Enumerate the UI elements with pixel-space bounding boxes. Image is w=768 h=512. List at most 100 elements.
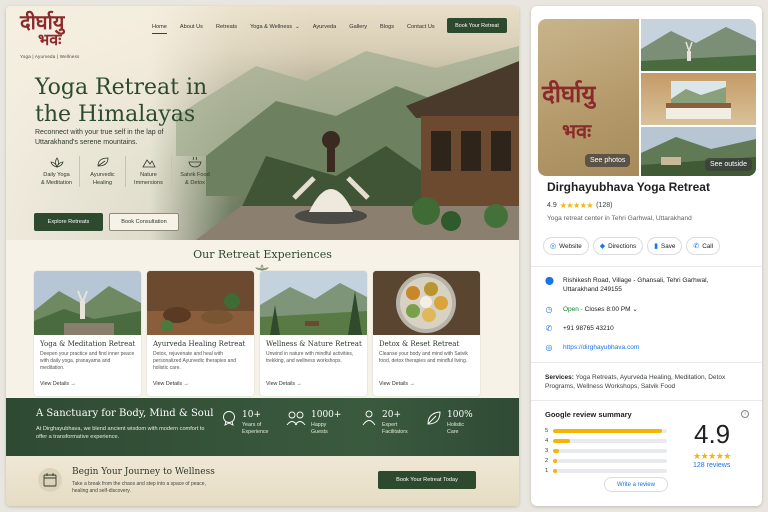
chevron-down-icon: ⌄ (632, 306, 638, 313)
rating-bar-label: 3 (545, 448, 549, 454)
explore-retreats-button[interactable]: Explore Retreats (34, 213, 103, 231)
book-retreat-today-button[interactable]: Book Your Retreat Today (378, 471, 476, 489)
experiences-title: Our Retreat Experiences (193, 248, 332, 261)
nav-gallery[interactable]: Gallery (349, 24, 367, 34)
stat-label: Happy (311, 422, 327, 428)
feature-label: Immersions (134, 179, 163, 186)
logo-tagline: Yoga | Ayurveda | Wellness (20, 54, 80, 59)
rating-bar-fill (553, 469, 557, 473)
services-text: Services: Yoga Retreats, Ayurveda Healin… (545, 373, 745, 391)
stat-label: Experience (242, 429, 269, 435)
action-label: Call (702, 242, 714, 250)
address-row[interactable]: ⬤ Rishikesh Road, Village - Ghansali, Te… (545, 276, 745, 294)
rating-bar-label: 1 (545, 468, 549, 474)
card-title: Yoga & Meditation Retreat (40, 340, 136, 348)
rating-stars: ★★★★★ (559, 201, 594, 210)
rating-bar-row: 3 (545, 446, 668, 456)
website-link[interactable]: https://dirghayubhava.com (563, 343, 639, 352)
feature-yoga: Daily Yoga & Meditation (34, 156, 80, 187)
feature-nature: Nature Immersions (126, 156, 172, 187)
rating-value: 4.9 (547, 202, 557, 209)
rating-breakdown: 5 4 3 2 1 (545, 426, 668, 476)
card-desc: Detox, rejuvenate and heal with personal… (153, 351, 237, 371)
hero-title-line2: the Himalayas (35, 102, 196, 127)
photo-room[interactable] (641, 73, 756, 125)
phone-row[interactable]: ✆ +91 98765 43210 (545, 324, 614, 333)
reviews-count[interactable]: (128) (596, 202, 612, 209)
book-consultation-button[interactable]: Book Consultation (109, 213, 179, 231)
card-image (373, 271, 480, 335)
phone-icon: ✆ (545, 324, 553, 333)
hours-row[interactable]: ◷ Open · Closes 8:00 PM ⌄ (545, 305, 638, 314)
nav-yoga-wellness-label: Yoga & Wellness (250, 24, 293, 30)
retreat-card-ayurveda[interactable]: Ayurveda Healing Retreat Detox, rejuvena… (147, 271, 254, 396)
view-details-link[interactable]: View Details → (379, 381, 415, 387)
retreat-card-detox[interactable]: Detox & Reset Retreat Cleanse your body … (373, 271, 480, 396)
directions-button[interactable]: ◆ Directions (592, 237, 644, 255)
location-pin-icon: ⬤ (545, 276, 554, 285)
retreat-card-yoga[interactable]: Yoga & Meditation Retreat Deepen your pr… (34, 271, 141, 396)
sanctuary-band: A Sanctuary for Body, Mind & Soul At Dir… (6, 398, 519, 456)
rating-bar-fill (553, 449, 559, 453)
big-rating: 4.9 (694, 419, 731, 449)
action-buttons: ◎ Website ◆ Directions ▮ Save ✆ Call (543, 237, 721, 255)
website-row[interactable]: ◎ https://dirghayubhava.com (545, 343, 640, 352)
info-icon[interactable]: i (741, 410, 749, 418)
hero-features: Daily Yoga & Meditation Ayurvedic Healin… (34, 156, 218, 187)
stat-facilitators: 20+ Expert Facilitators (361, 410, 408, 436)
rating-bar-row: 2 (545, 456, 668, 466)
card-image (34, 271, 141, 335)
nav-home[interactable]: Home (152, 24, 167, 34)
feature-ayurveda: Ayurvedic Healing (80, 156, 126, 187)
action-label: Directions (608, 242, 637, 250)
site-logo[interactable]: दीर्घायु भवः Yoga | Ayurveda | Wellness (20, 12, 90, 62)
book-retreat-button[interactable]: Book Your Retreat (447, 18, 507, 33)
view-details-link[interactable]: View Details → (266, 381, 302, 387)
clock-icon: ◷ (545, 305, 553, 314)
nav-links: Home About Us Retreats Yoga & Wellness ⌄ … (152, 24, 448, 34)
reviews-link[interactable]: 128 reviews (693, 462, 730, 469)
leaf-icon (427, 411, 441, 425)
view-details-link[interactable]: View Details → (40, 381, 76, 387)
bowl-icon (188, 156, 202, 168)
stat-guests: 1000+ Happy Guests (286, 410, 341, 436)
photo-gallery: दीर्घायु भवः See photos See outside (538, 19, 756, 176)
write-review-button[interactable]: Write a review (604, 477, 668, 492)
business-category: Yoga retreat center in Tehri Garhwal, Ut… (547, 215, 692, 222)
stat-number: 10+ (242, 410, 261, 420)
band-desc: At Dirghayubhava, we blend ancient wisdo… (36, 426, 205, 440)
website-button[interactable]: ◎ Website (543, 237, 589, 255)
photo-mountain-yoga (641, 19, 756, 71)
chevron-down-icon: ⌄ (295, 24, 300, 30)
review-summary-title: Google review summary (545, 410, 632, 419)
retreat-card-wellness[interactable]: Wellness & Nature Retreat Unwind in natu… (260, 271, 367, 396)
badge-icon (223, 411, 235, 426)
stat-number: 100% (447, 410, 473, 420)
nav-about[interactable]: About Us (180, 24, 203, 34)
directions-icon: ◆ (599, 243, 606, 250)
card-desc: Deepen your practice and find inner peac… (40, 351, 135, 371)
nav-contact[interactable]: Contact Us (407, 24, 435, 34)
view-details-link[interactable]: View Details → (153, 381, 189, 387)
feature-label: Ayurvedic (90, 172, 115, 178)
nav-blogs[interactable]: Blogs (380, 24, 394, 34)
rating-bar-row: 5 (545, 426, 668, 436)
divider (531, 266, 762, 267)
nav-ayurveda[interactable]: Ayurveda (313, 24, 337, 34)
photo-outside[interactable]: See outside (641, 127, 756, 176)
stat-label: Care (447, 429, 459, 435)
nav-retreats[interactable]: Retreats (216, 24, 237, 34)
save-button[interactable]: ▮ Save (647, 237, 683, 255)
photo-main[interactable]: दीर्घायु भवः See photos (538, 19, 639, 176)
rating-bar-fill (553, 429, 662, 433)
divider (531, 362, 762, 363)
business-name: Dirghayubhava Yoga Retreat (547, 180, 710, 194)
nav-yoga-wellness[interactable]: Yoga & Wellness ⌄ (250, 24, 300, 34)
rating-bar-track (553, 429, 668, 433)
rating-bar-label: 2 (545, 458, 549, 464)
photo-top-right[interactable] (641, 19, 756, 71)
site-nav: दीर्घायु भवः Yoga | Ayurveda | Wellness … (6, 6, 519, 59)
see-photos-button[interactable]: See photos (585, 154, 631, 167)
see-outside-button[interactable]: See outside (705, 158, 752, 171)
call-button[interactable]: ✆ Call (686, 237, 721, 255)
